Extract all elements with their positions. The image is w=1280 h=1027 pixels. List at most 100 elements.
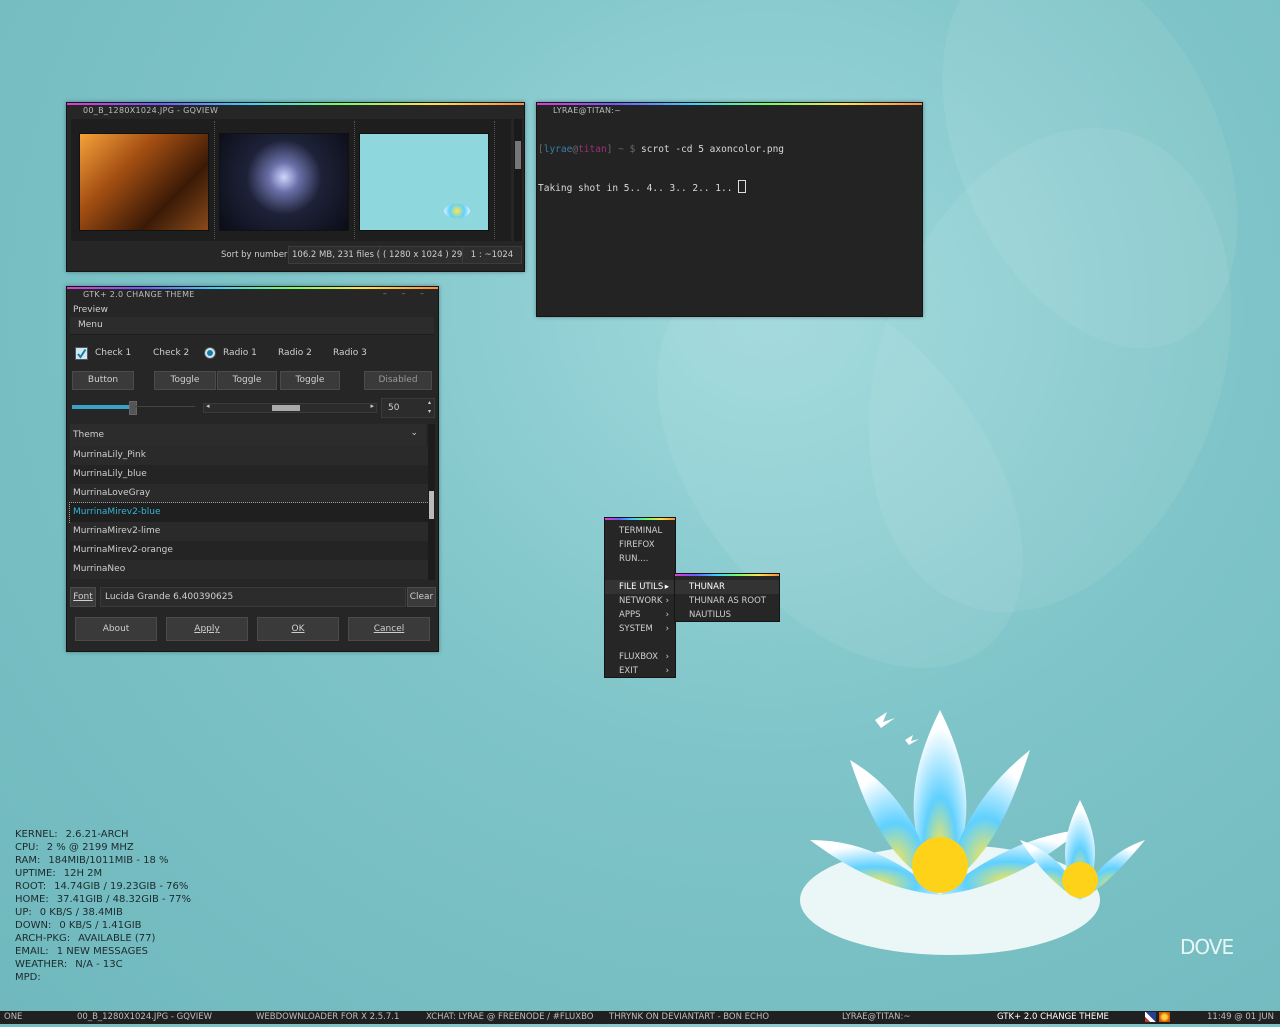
thumbnail-lotus[interactable] bbox=[359, 133, 489, 231]
spin-value: 50 bbox=[388, 403, 400, 413]
clear-button[interactable]: Clear bbox=[407, 587, 436, 607]
about-button[interactable]: About bbox=[75, 617, 157, 641]
horizontal-scrollbar[interactable]: ◂ ▸ bbox=[203, 402, 377, 413]
slider-handle[interactable] bbox=[129, 401, 137, 415]
menu-item-system[interactable]: SYSTEM › bbox=[605, 622, 675, 636]
scrollbar-thumb[interactable] bbox=[429, 491, 434, 519]
conky-system-monitor: KERNEL: 2.6.21-ARCH CPU: 2 % @ 2199 MHZ RAM:… bbox=[15, 828, 191, 984]
toggle-button-2[interactable]: Toggle bbox=[217, 371, 277, 390]
task-gtk-theme[interactable]: GTK+ 2.0 CHANGE THEME bbox=[997, 1011, 1109, 1024]
conky-value: 37.41GIB / 48.32GIB - 77% bbox=[56, 894, 192, 905]
menu-item-thunar[interactable]: THUNAR bbox=[675, 580, 779, 594]
thumbnail-fractal[interactable] bbox=[219, 133, 349, 231]
thumbnail-grid bbox=[71, 119, 511, 241]
menu-item-label: FLUXBOX bbox=[619, 652, 658, 662]
menu-item-label: EXIT bbox=[619, 666, 638, 676]
arrow-left-icon[interactable]: ◂ bbox=[206, 402, 210, 410]
list-header[interactable]: Theme ⌄ bbox=[70, 424, 426, 447]
menu-item-apps[interactable]: APPS › bbox=[605, 608, 675, 622]
task-xchat[interactable]: XCHAT: LYRAE @ FREENODE / #FLUXBO bbox=[426, 1011, 593, 1024]
grid-divider bbox=[214, 121, 215, 239]
radio-1-label[interactable]: Radio 1 bbox=[223, 348, 257, 358]
conky-line: EMAIL: 1 NEW MESSAGES bbox=[15, 945, 191, 958]
theme-list-item[interactable]: MurrinaNeo bbox=[70, 560, 429, 579]
conky-key: UP: bbox=[15, 907, 32, 918]
task-gqview[interactable]: 00_B_1280X1024.JPG - GQVIEW bbox=[77, 1011, 212, 1024]
tray-icons[interactable] bbox=[1145, 1012, 1171, 1023]
terminal-output[interactable]: [lyrae@titan] ~ $ scrot -cd 5 axoncolor.… bbox=[538, 120, 784, 219]
font-field[interactable]: Lucida Grande 6.400390625 bbox=[100, 587, 406, 607]
conky-line: HOME: 37.41GIB / 48.32GIB - 77% bbox=[15, 893, 191, 906]
zoom-level[interactable]: 1 : ~1024 bbox=[462, 246, 522, 264]
spin-arrows-icon[interactable]: ▴ ▾ bbox=[428, 398, 431, 416]
conky-value: 2 % @ 2199 MHZ bbox=[46, 842, 134, 853]
button-button[interactable]: Button bbox=[72, 371, 134, 390]
menu-item-terminal[interactable]: TERMINAL bbox=[605, 524, 675, 538]
conky-line: ARCH-PKG: AVAILABLE (77) bbox=[15, 932, 191, 945]
menu-item[interactable]: Menu bbox=[78, 320, 103, 330]
workspace-name[interactable]: ONE bbox=[4, 1011, 22, 1024]
spin-button[interactable]: 50 ▴ ▾ bbox=[381, 398, 435, 418]
conky-value: 0 KB/S / 38.4MIB bbox=[39, 907, 123, 918]
radio-dot bbox=[207, 350, 213, 356]
radio-2-label[interactable]: Radio 2 bbox=[278, 348, 312, 358]
conky-key: CPU: bbox=[15, 842, 39, 853]
check-1-label[interactable]: Check 1 bbox=[95, 348, 131, 358]
scrollbar-thumb[interactable] bbox=[515, 141, 521, 169]
toggle-button-3[interactable]: Toggle bbox=[280, 371, 340, 390]
check-2-label[interactable]: Check 2 bbox=[153, 348, 189, 358]
taskbar: ONE 00_B_1280X1024.JPG - GQVIEW WEBDOWNL… bbox=[0, 1011, 1280, 1024]
menu-item-network[interactable]: NETWORK › bbox=[605, 594, 675, 608]
menu-item-label: NETWORK bbox=[619, 596, 663, 606]
task-terminal[interactable]: LYRAE@TITAN:~ bbox=[842, 1011, 910, 1024]
cancel-button[interactable]: Cancel bbox=[348, 617, 430, 641]
theme-list-item[interactable]: MurrinaLoveGray bbox=[70, 484, 429, 503]
menu-item-exit[interactable]: EXIT › bbox=[605, 664, 675, 678]
terminal-title[interactable]: LYRAE@TITAN:~ bbox=[537, 105, 922, 117]
theme-list-item[interactable]: MurrinaMirev2-blue bbox=[69, 502, 430, 523]
task-webdownloader[interactable]: WEBDOWNLOADER FOR X 2.5.7.1 bbox=[256, 1011, 399, 1024]
submenu-file-utils: THUNAR THUNAR AS ROOT NAUTILUS bbox=[674, 573, 780, 622]
menu-item-run[interactable]: RUN.... bbox=[605, 552, 675, 566]
font-button[interactable]: Font bbox=[70, 587, 96, 607]
gqview-title[interactable]: 00_B_1280X1024.JPG - GQVIEW bbox=[67, 105, 524, 117]
keyboard-layout-icon[interactable] bbox=[1145, 1012, 1156, 1022]
radio-3-label[interactable]: Radio 3 bbox=[333, 348, 367, 358]
window-controls[interactable]: – – – bbox=[383, 289, 430, 298]
notification-icon[interactable] bbox=[1158, 1012, 1170, 1022]
theme-list-item[interactable]: MurrinaMirev2-lime bbox=[70, 522, 429, 541]
chevron-right-icon: › bbox=[665, 624, 669, 634]
check-1-box[interactable] bbox=[75, 347, 88, 360]
disabled-button: Disabled bbox=[364, 371, 432, 390]
toggle-button-1[interactable]: Toggle bbox=[154, 371, 216, 390]
menu-item-fluxbox[interactable]: FLUXBOX › bbox=[605, 650, 675, 664]
radio-1-button[interactable] bbox=[204, 347, 216, 359]
menu-item-nautilus[interactable]: NAUTILUS bbox=[675, 608, 779, 622]
thumbnail-lotus-mark bbox=[444, 204, 470, 218]
theme-list-item[interactable]: MurrinaLily_Pink bbox=[70, 446, 429, 465]
arrow-right-icon[interactable]: ▸ bbox=[370, 402, 374, 410]
theme-list-item[interactable]: MurrinaLily_blue bbox=[70, 465, 429, 484]
menu-item-thunar-root[interactable]: THUNAR AS ROOT bbox=[675, 594, 779, 608]
chevron-right-icon: ▸ bbox=[664, 582, 669, 592]
chevron-right-icon: › bbox=[665, 610, 669, 620]
apply-button[interactable]: Apply bbox=[166, 617, 248, 641]
list-scrollbar[interactable] bbox=[428, 424, 435, 580]
theme-list-item[interactable]: MurrinaMirev2-orange bbox=[70, 541, 429, 560]
sort-label[interactable]: Sort by number bbox=[221, 250, 287, 260]
thumbnail-room[interactable] bbox=[79, 133, 209, 231]
menu-item-firefox[interactable]: FIREFOX bbox=[605, 538, 675, 552]
ok-button[interactable]: OK bbox=[257, 617, 339, 641]
gqview-scrollbar[interactable] bbox=[514, 119, 522, 241]
task-firefox[interactable]: THRYNK ON DEVIANTART - BON ECHO bbox=[609, 1011, 769, 1024]
chevron-right-icon: › bbox=[665, 666, 669, 676]
slider-track bbox=[135, 406, 195, 407]
conky-line: KERNEL: 2.6.21-ARCH bbox=[15, 828, 191, 841]
conky-line: CPU: 2 % @ 2199 MHZ bbox=[15, 841, 191, 854]
scrollbar-thumb[interactable] bbox=[272, 405, 300, 411]
conky-line: MPD: bbox=[15, 971, 191, 984]
chevron-down-icon[interactable]: ⌄ bbox=[410, 428, 418, 438]
terminal-window[interactable]: LYRAE@TITAN:~ [lyrae@titan] ~ $ scrot -c… bbox=[536, 102, 923, 317]
image-dimensions: ( 1280 x 1024 ) 29( bbox=[379, 246, 464, 264]
menu-item-file-utils[interactable]: FILE UTILS ▸ bbox=[605, 580, 675, 594]
